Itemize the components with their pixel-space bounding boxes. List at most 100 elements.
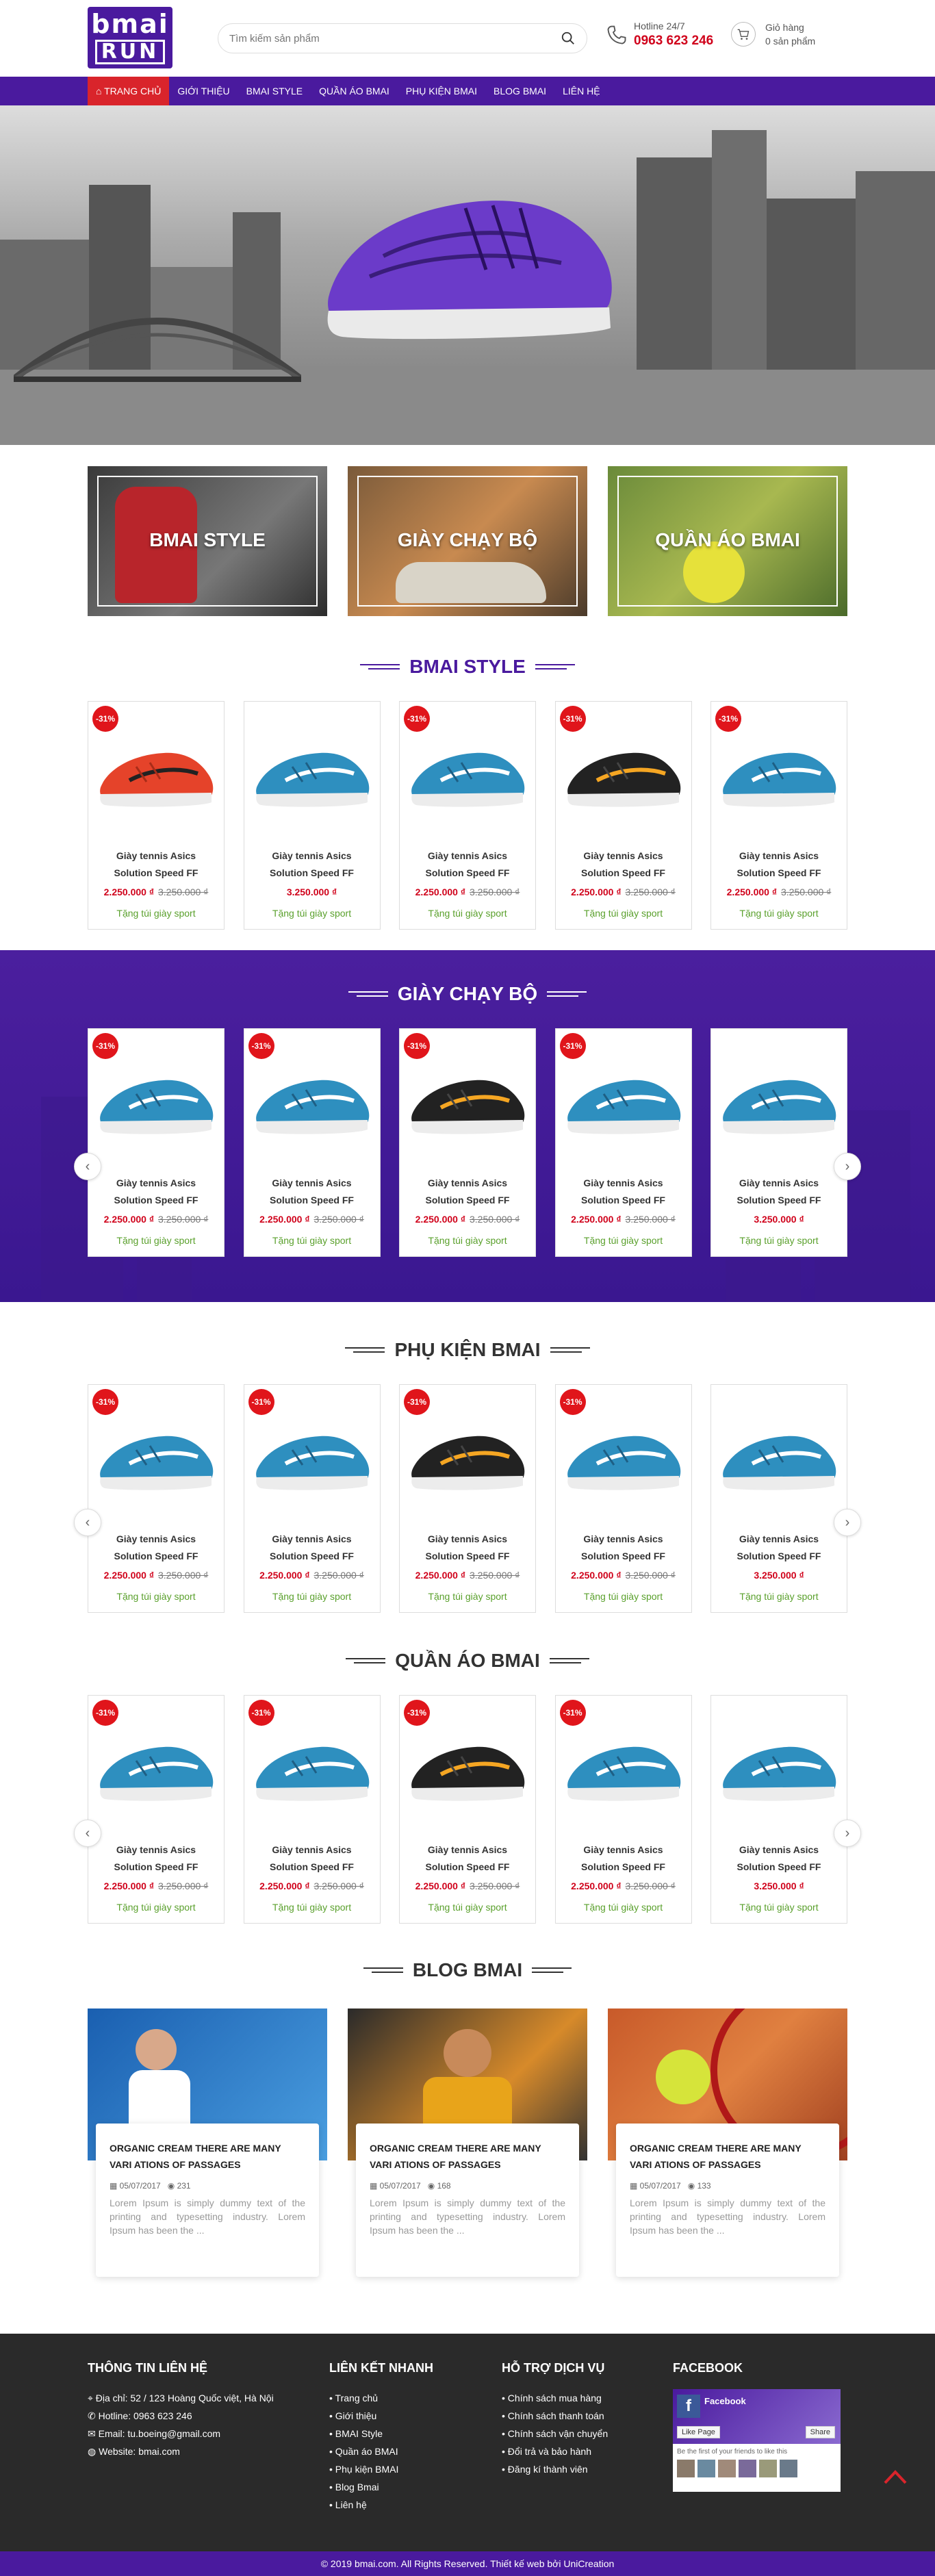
site-logo[interactable]: bmai RUN xyxy=(88,7,172,68)
product-card[interactable]: -31% Giày tennis Asics Solution Speed FF 2… xyxy=(88,701,225,930)
product-card[interactable]: -31% Giày tennis Asics Solution Speed FF 2… xyxy=(243,1695,381,1924)
product-image[interactable] xyxy=(563,1423,686,1498)
product-name[interactable]: Giày tennis Asics Solution Speed FF xyxy=(88,1531,224,1565)
footer-link[interactable]: • Chính sách vận chuyển xyxy=(502,2425,608,2443)
product-card[interactable]: -31% Giày tennis Asics Solution Speed FF 2… xyxy=(554,1695,692,1924)
footer-link[interactable]: • Giới thiệu xyxy=(329,2407,433,2425)
hotline-number[interactable]: 0963 623 246 xyxy=(634,34,713,49)
nav-item-home[interactable]: ⌂ Trang chủ xyxy=(88,77,170,105)
footer-link[interactable]: • Quần áo BMAI xyxy=(329,2443,433,2460)
footer-link[interactable]: • Trang chủ xyxy=(329,2389,433,2407)
product-name[interactable]: Giày tennis Asics Solution Speed FF xyxy=(400,1841,535,1876)
footer-link[interactable]: • Blog Bmai xyxy=(329,2478,433,2496)
product-card[interactable]: Giày tennis Asics Solution Speed FF 3.250… xyxy=(243,701,381,930)
product-name[interactable]: Giày tennis Asics Solution Speed FF xyxy=(556,1841,691,1876)
hero-banner[interactable] xyxy=(0,105,935,445)
product-card[interactable]: Giày tennis Asics Solution Speed FF 3.250… xyxy=(710,1384,847,1613)
product-name[interactable]: Giày tennis Asics Solution Speed FF xyxy=(244,1531,380,1565)
nav-item-contact[interactable]: Liên hệ xyxy=(554,77,608,105)
footer-email[interactable]: ✉ Email: tu.boeing@gmail.com xyxy=(88,2425,274,2443)
blog-post[interactable]: ORGANIC CREAM THERE ARE MANY VARI ATIONS… xyxy=(608,2008,847,2277)
product-name[interactable]: Giày tennis Asics Solution Speed FF xyxy=(556,847,691,882)
product-card[interactable]: -31% Giày tennis Asics Solution Speed FF 2… xyxy=(554,1028,692,1257)
product-image[interactable] xyxy=(563,1067,686,1142)
product-name[interactable]: Giày tennis Asics Solution Speed FF xyxy=(400,1175,535,1209)
carousel-next-button[interactable]: › xyxy=(834,1820,861,1847)
product-image[interactable] xyxy=(95,1067,218,1142)
footer-link[interactable]: • Đổi trả và bảo hành xyxy=(502,2443,608,2460)
category-running-shoes[interactable]: GIÀY CHẠY BỘ xyxy=(348,466,587,616)
product-card[interactable]: -31% Giày tennis Asics Solution Speed FF 2… xyxy=(399,1695,536,1924)
category-clothing[interactable]: QUẦN ÁO BMAI xyxy=(608,466,847,616)
product-image[interactable] xyxy=(251,1067,374,1142)
blog-post[interactable]: ORGANIC CREAM THERE ARE MANY VARI ATIONS… xyxy=(88,2008,327,2277)
product-name[interactable]: Giày tennis Asics Solution Speed FF xyxy=(711,1531,847,1565)
product-image[interactable] xyxy=(718,1733,841,1809)
product-name[interactable]: Giày tennis Asics Solution Speed FF xyxy=(400,1531,535,1565)
product-card[interactable]: Giày tennis Asics Solution Speed FF 3.250… xyxy=(710,1695,847,1924)
product-card[interactable]: -31% Giày tennis Asics Solution Speed FF 2… xyxy=(243,1028,381,1257)
nav-item-about[interactable]: Giới thiệu xyxy=(169,77,238,105)
product-image[interactable] xyxy=(407,739,530,815)
footer-link[interactable]: • Phụ kiện BMAI xyxy=(329,2460,433,2478)
nav-item-accessories[interactable]: Phụ kiện BMAI xyxy=(398,77,485,105)
product-image[interactable] xyxy=(95,739,218,815)
blog-post[interactable]: ORGANIC CREAM THERE ARE MANY VARI ATIONS… xyxy=(348,2008,587,2277)
product-card[interactable]: -31% Giày tennis Asics Solution Speed FF 2… xyxy=(554,701,692,930)
product-name[interactable]: Giày tennis Asics Solution Speed FF xyxy=(711,1841,847,1876)
product-image[interactable] xyxy=(718,1067,841,1142)
product-card[interactable]: -31% Giày tennis Asics Solution Speed FF 2… xyxy=(554,1384,692,1613)
category-bmai-style[interactable]: BMAI STYLE xyxy=(88,466,327,616)
product-image[interactable] xyxy=(95,1733,218,1809)
nav-item-bmai-style[interactable]: BMAI Style xyxy=(238,77,311,105)
search-input[interactable] xyxy=(229,32,561,44)
cart-icon[interactable] xyxy=(731,22,756,47)
nav-item-blog[interactable]: Blog BMAI xyxy=(485,77,554,105)
footer-link[interactable]: • Chính sách thanh toán xyxy=(502,2407,608,2425)
product-image[interactable] xyxy=(407,1067,530,1142)
search-icon[interactable] xyxy=(561,31,576,46)
product-image[interactable] xyxy=(718,739,841,815)
footer-link[interactable]: • Đăng kí thành viên xyxy=(502,2460,608,2478)
product-name[interactable]: Giày tennis Asics Solution Speed FF xyxy=(556,1175,691,1209)
carousel-prev-button[interactable]: ‹ xyxy=(74,1509,101,1536)
footer-website[interactable]: ◍ Website: bmai.com xyxy=(88,2443,274,2460)
product-image[interactable] xyxy=(407,1733,530,1809)
facebook-like-button[interactable]: Like Page xyxy=(677,2426,720,2438)
product-name[interactable]: Giày tennis Asics Solution Speed FF xyxy=(400,847,535,882)
product-card[interactable]: -31% Giày tennis Asics Solution Speed FF 2… xyxy=(399,1384,536,1613)
product-name[interactable]: Giày tennis Asics Solution Speed FF xyxy=(244,1175,380,1209)
carousel-next-button[interactable]: › xyxy=(834,1153,861,1180)
product-name[interactable]: Giày tennis Asics Solution Speed FF xyxy=(88,1175,224,1209)
footer-link[interactable]: • Chính sách mua hàng xyxy=(502,2389,608,2407)
carousel-prev-button[interactable]: ‹ xyxy=(74,1820,101,1847)
product-image[interactable] xyxy=(251,1733,374,1809)
product-image[interactable] xyxy=(251,739,374,815)
product-name[interactable]: Giày tennis Asics Solution Speed FF xyxy=(711,847,847,882)
product-name[interactable]: Giày tennis Asics Solution Speed FF xyxy=(88,847,224,882)
facebook-widget[interactable]: f Facebook Like Page Share Be the first … xyxy=(673,2389,841,2492)
cart[interactable]: Giỏ hàng 0 sản phẩm xyxy=(731,22,815,47)
facebook-page-name[interactable]: Facebook xyxy=(704,2396,746,2406)
blog-title[interactable]: ORGANIC CREAM THERE ARE MANY VARI ATIONS… xyxy=(630,2140,825,2173)
product-image[interactable] xyxy=(563,1733,686,1809)
product-card[interactable]: -31% Giày tennis Asics Solution Speed FF 2… xyxy=(399,1028,536,1257)
product-image[interactable] xyxy=(563,739,686,815)
product-image[interactable] xyxy=(407,1423,530,1498)
product-image[interactable] xyxy=(718,1423,841,1498)
facebook-share-button[interactable]: Share xyxy=(805,2426,835,2438)
footer-link[interactable]: • Liên hệ xyxy=(329,2496,433,2514)
product-name[interactable]: Giày tennis Asics Solution Speed FF xyxy=(244,847,380,882)
product-card[interactable]: -31% Giày tennis Asics Solution Speed FF 2… xyxy=(88,1695,225,1924)
back-to-top-icon[interactable] xyxy=(883,2468,908,2486)
product-name[interactable]: Giày tennis Asics Solution Speed FF xyxy=(244,1841,380,1876)
product-image[interactable] xyxy=(251,1423,374,1498)
product-card[interactable]: -31% Giày tennis Asics Solution Speed FF 2… xyxy=(243,1384,381,1613)
product-card[interactable]: -31% Giày tennis Asics Solution Speed FF 2… xyxy=(88,1028,225,1257)
footer-link[interactable]: • BMAI Style xyxy=(329,2425,433,2443)
product-card[interactable]: Giày tennis Asics Solution Speed FF 3.250… xyxy=(710,1028,847,1257)
product-name[interactable]: Giày tennis Asics Solution Speed FF xyxy=(556,1531,691,1565)
product-image[interactable] xyxy=(95,1423,218,1498)
product-name[interactable]: Giày tennis Asics Solution Speed FF xyxy=(711,1175,847,1209)
blog-title[interactable]: ORGANIC CREAM THERE ARE MANY VARI ATIONS… xyxy=(370,2140,565,2173)
